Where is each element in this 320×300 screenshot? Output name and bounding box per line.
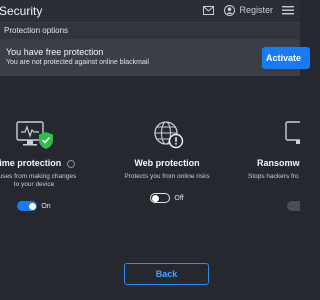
account-icon (223, 4, 235, 16)
banner-title: You have free protection (6, 47, 104, 57)
top-actions: Register (202, 4, 294, 16)
protection-options-title: Protection options (4, 26, 69, 35)
realtime-protection-desc: viruses from making changes to your devi… (0, 173, 77, 188)
title-bar: Security Register (0, 0, 300, 22)
banner-subtitle: You are not protected against online bla… (6, 59, 149, 66)
hamburger-menu-icon[interactable] (282, 4, 294, 16)
register-link[interactable]: Register (223, 4, 273, 16)
realtime-protection-card: -time protection viruses from making cha… (0, 118, 94, 211)
activate-button[interactable]: Activate (262, 47, 310, 69)
web-protection-state: Off (174, 194, 184, 202)
globe-warning-icon (154, 121, 184, 149)
ransomware-protection-card: Ransomwa Stops hackers fro (242, 118, 300, 211)
register-label: Register (239, 5, 273, 15)
monitor-icon (285, 121, 300, 144)
back-button[interactable]: Back (124, 263, 209, 285)
ransomware-protection-title: Ransomwa (257, 158, 300, 168)
ransomware-protection-desc: Stops hackers fro (248, 173, 299, 180)
realtime-protection-state: On (41, 202, 51, 210)
ransomware-protection-toggle[interactable] (287, 201, 300, 211)
app-title: Security (0, 4, 43, 18)
realtime-protection-title: -time protection (0, 158, 94, 168)
web-protection-toggle[interactable] (150, 193, 171, 203)
free-protection-banner: You have free protection You are not pro… (0, 40, 300, 76)
realtime-protection-toggle[interactable] (17, 201, 38, 211)
web-protection-title: Web protection (134, 158, 200, 168)
web-protection-card: Web protection Protects you from online … (107, 118, 227, 203)
info-icon[interactable] (66, 159, 75, 168)
mail-icon[interactable] (202, 4, 214, 16)
monitor-shield-icon (16, 121, 53, 149)
protection-options-bar: Protection options (0, 22, 300, 40)
web-protection-desc: Protects you from online risks (124, 173, 210, 180)
